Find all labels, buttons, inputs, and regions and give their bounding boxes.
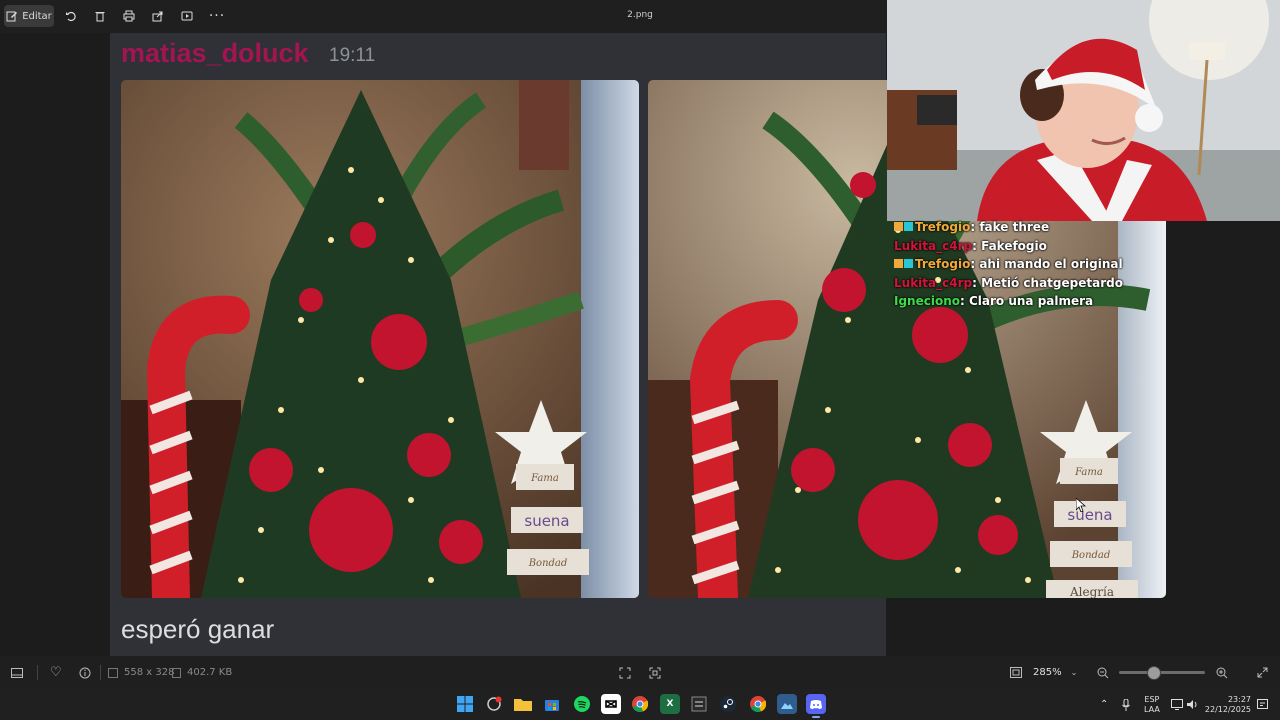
sign-suena-2: suena	[1067, 506, 1112, 524]
mouse-cursor-icon	[1076, 498, 1086, 512]
chat-message: Igneciono: Claro una palmera	[894, 292, 1164, 311]
chat-text: : fake three	[970, 220, 1050, 234]
sign-suena: suena	[524, 512, 569, 530]
zoom-value: 285%	[1033, 667, 1062, 678]
zoom-in-icon	[1216, 667, 1228, 678]
chat-username: Trefogio	[915, 257, 971, 271]
network-icon[interactable]	[1171, 689, 1183, 720]
status-bar: ♡ 558 x 328 402.7 KB 285% ⌄	[0, 656, 1280, 689]
chevron-down-icon: ⌄	[1070, 668, 1078, 677]
chrome-icon[interactable]	[630, 694, 650, 714]
fullscreen-icon	[1257, 667, 1268, 678]
stream-chat: Trefogio: fake three Lukita_c4rp: Fakefo…	[894, 218, 1164, 311]
fit-icon	[619, 667, 631, 678]
chrome-profile-icon[interactable]	[748, 694, 768, 714]
chat-username: Lukita_c4rp	[894, 275, 973, 290]
clock-time: 23:27	[1227, 694, 1251, 704]
chat-text: : ahi mando el original	[970, 257, 1123, 271]
zoom-out-button[interactable]	[1097, 656, 1109, 689]
sign-fama: Fama	[530, 473, 559, 484]
file-explorer-icon[interactable]	[513, 694, 533, 714]
chat-username: Trefogio	[915, 220, 971, 234]
chat-message: Trefogio: ahi mando el original	[894, 255, 1164, 274]
chat-text: : Fakefogio	[972, 238, 1047, 253]
layout-text: LAA	[1144, 704, 1160, 714]
crop-icon	[649, 667, 661, 678]
microphone-icon[interactable]	[1122, 689, 1130, 720]
tray-chevron-up-icon[interactable]: ⌃	[1100, 689, 1108, 720]
badge-icon	[894, 222, 903, 231]
actual-size-icon	[1010, 667, 1022, 678]
badge-icon	[904, 259, 913, 268]
zoom-slider[interactable]	[1119, 671, 1205, 674]
language-indicator[interactable]: ESP LAA	[1144, 689, 1160, 720]
chat-username: Lukita_c4rp	[894, 238, 973, 253]
tool-icon[interactable]	[689, 694, 709, 714]
chat-username: Igneciono	[894, 294, 960, 308]
copilot-icon[interactable]	[484, 694, 504, 714]
zoom-dropdown[interactable]: 285% ⌄	[1033, 656, 1077, 689]
favorite-icon: ♡	[50, 665, 62, 680]
file-size-icon	[172, 667, 181, 678]
discord-icon[interactable]	[806, 694, 826, 714]
sign-fama-2: Fama	[1074, 467, 1103, 478]
clock[interactable]: 23:27 22/12/2025	[1205, 689, 1251, 720]
zoom-out-icon	[1097, 667, 1109, 678]
zoom-in-button[interactable]	[1216, 656, 1228, 689]
active-app-indicator	[812, 716, 820, 718]
sign-alegria: Alegría	[1069, 585, 1114, 598]
spotify-icon[interactable]	[572, 694, 592, 714]
volume-icon[interactable]	[1187, 689, 1199, 720]
actual-size-button[interactable]	[1010, 656, 1022, 689]
favorite-button[interactable]: ♡	[50, 656, 62, 689]
notification-icon[interactable]	[1257, 689, 1268, 720]
store-icon[interactable]	[542, 694, 562, 714]
excel-icon[interactable]: X	[660, 694, 680, 714]
fullscreen-button[interactable]	[1257, 656, 1268, 689]
film-strip-icon	[11, 667, 23, 678]
chat-text: : Claro una palmera	[960, 294, 1094, 308]
file-size-text: 402.7 KB	[187, 667, 233, 678]
info-icon	[79, 667, 91, 678]
message-caption: esperó ganar	[121, 614, 275, 644]
chat-message: Trefogio: fake three	[894, 218, 1164, 237]
lang-text: ESP	[1144, 694, 1160, 704]
chat-message: Lukita_c4rp: Metió chatgepetardo	[894, 274, 1164, 293]
steam-icon[interactable]	[718, 694, 738, 714]
photos-icon[interactable]	[777, 694, 797, 714]
webcam-overlay	[887, 0, 1280, 221]
chat-message: Lukita_c4rp: Fakefogio	[894, 237, 1164, 256]
dimensions-icon	[108, 667, 118, 678]
capcut-icon[interactable]	[601, 694, 621, 714]
badge-icon	[894, 259, 903, 268]
message-username: matias_doluck	[121, 38, 309, 68]
dimensions-text: 558 x 328	[124, 667, 175, 678]
christmas-tree-photo-1: Fama suena Bondad	[121, 80, 639, 598]
sign-bondad: Bondad	[528, 558, 568, 569]
chat-text: : Metió chatgepetardo	[972, 275, 1123, 290]
file-size: 402.7 KB	[172, 656, 232, 689]
badge-icon	[904, 222, 913, 231]
fit-button[interactable]	[619, 656, 631, 689]
image-dimensions: 558 x 328	[108, 656, 174, 689]
crop-button[interactable]	[649, 656, 661, 689]
info-button[interactable]	[79, 656, 91, 689]
windows-start-icon[interactable]	[455, 694, 475, 714]
zoom-slider-thumb[interactable]	[1147, 666, 1161, 680]
message-time: 19:11	[329, 45, 376, 66]
clock-date: 22/12/2025	[1204, 704, 1251, 714]
sign-bondad-2: Bondad	[1071, 550, 1111, 561]
film-strip-button[interactable]	[11, 656, 23, 689]
